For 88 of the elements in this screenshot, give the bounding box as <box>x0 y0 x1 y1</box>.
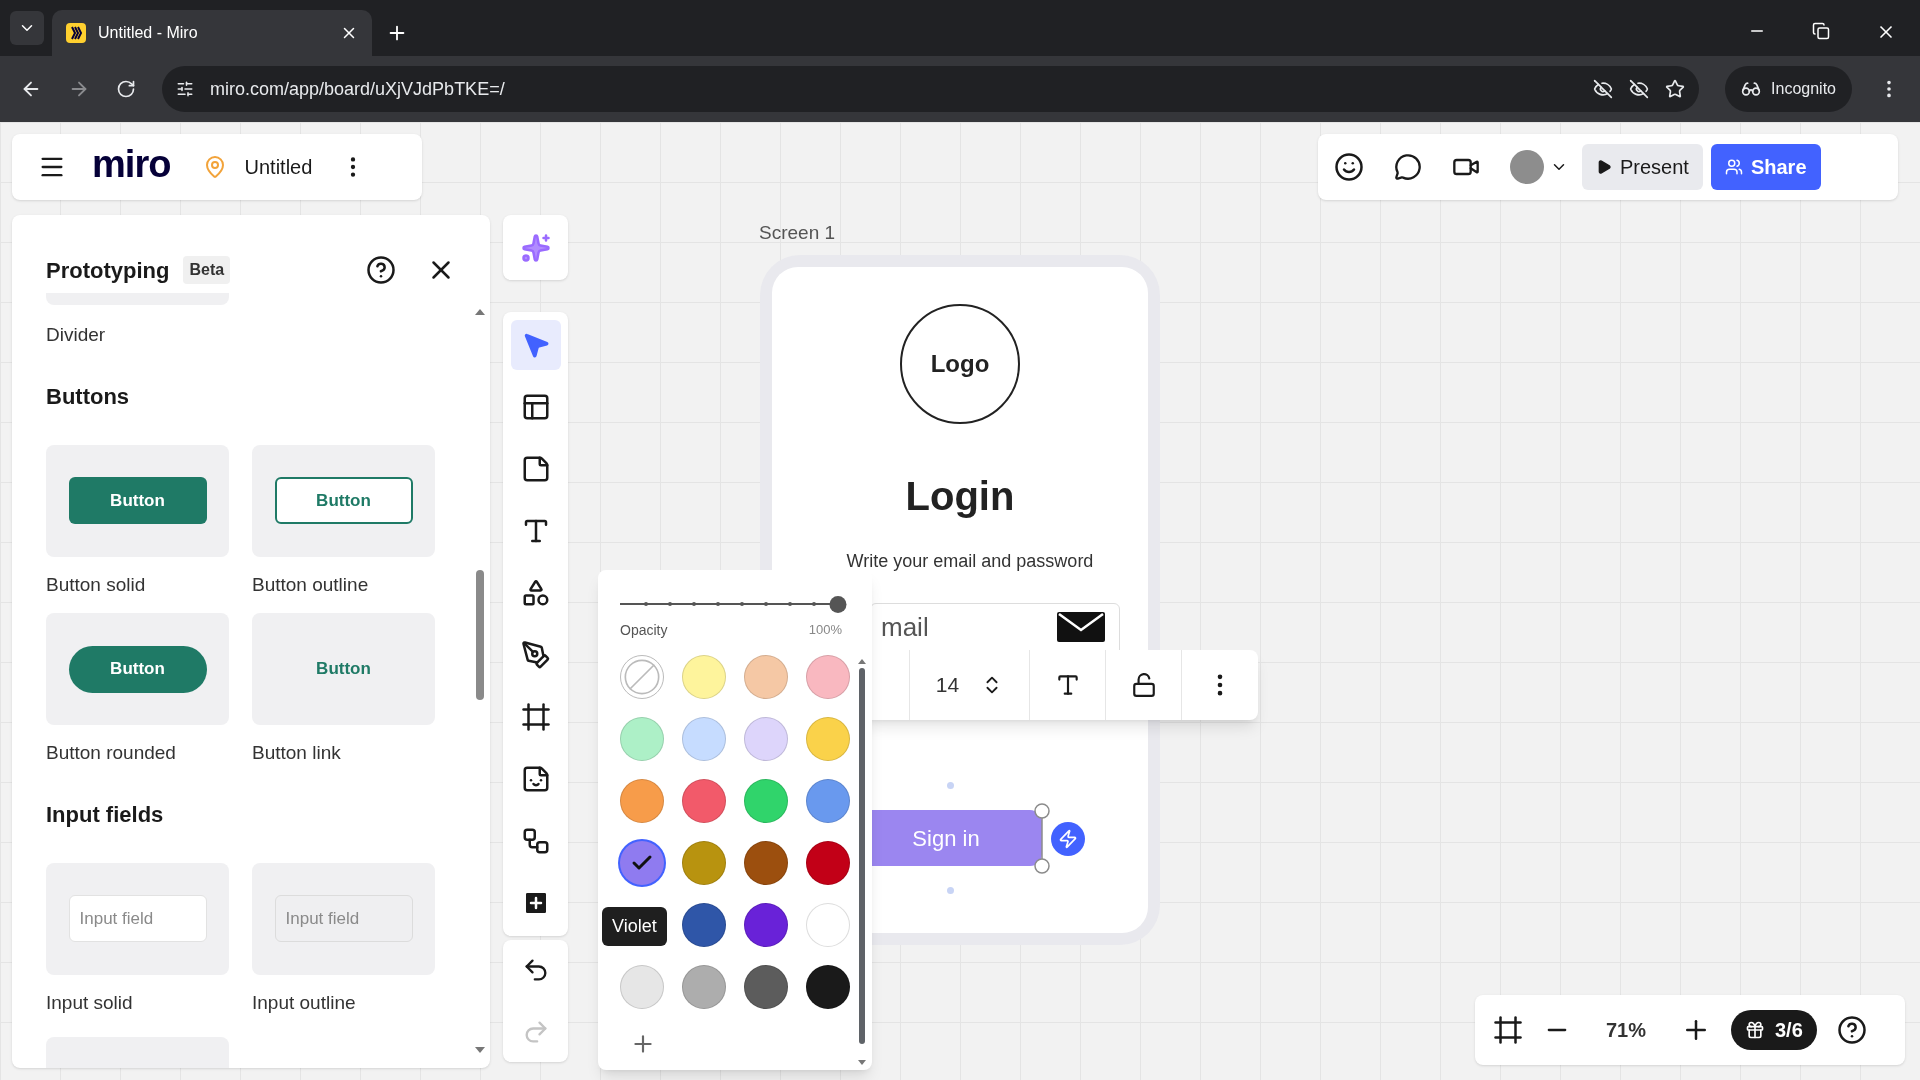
frame-label: Screen 1 <box>759 221 836 245</box>
color-swatch[interactable] <box>744 903 788 947</box>
sparkles-icon[interactable] <box>520 232 551 263</box>
component-card[interactable]: Input field <box>46 862 229 975</box>
input-field-preview: Input field <box>68 895 207 942</box>
component-card[interactable]: Button <box>46 444 229 557</box>
panel-title: Prototyping <box>46 256 170 285</box>
frame-icon <box>520 702 551 732</box>
miro-logo: miro <box>92 145 171 187</box>
board-title[interactable]: Untitled <box>244 152 313 182</box>
component-card[interactable]: Button <box>252 613 435 725</box>
component-label: Divider <box>46 323 107 347</box>
color-swatch[interactable] <box>682 717 726 761</box>
login-heading: Login <box>905 473 1015 520</box>
color-swatch[interactable] <box>682 779 726 823</box>
selection-handles-drawing[interactable] <box>1033 802 1051 875</box>
opacity-value: 100% <box>808 621 842 639</box>
color-swatch[interactable] <box>682 841 726 885</box>
color-swatch[interactable] <box>620 779 664 823</box>
component-label: Button rounded <box>46 741 177 765</box>
color-swatch[interactable] <box>744 717 788 761</box>
help-icon[interactable] <box>366 255 396 285</box>
favicon-icon <box>66 23 86 43</box>
component-card[interactable]: Button <box>46 613 229 725</box>
color-swatch[interactable] <box>744 965 788 1009</box>
tracking-blocked-icon[interactable] <box>1629 79 1650 99</box>
bookmark-icon[interactable] <box>1665 79 1686 99</box>
color-swatch[interactable] <box>620 717 664 761</box>
solid-button-preview: Button <box>68 477 207 524</box>
envelope-icon <box>1057 612 1105 642</box>
gift-icon <box>1745 1020 1765 1040</box>
present-button[interactable]: Present <box>1582 144 1703 190</box>
color-swatch[interactable] <box>682 965 726 1009</box>
link-button-preview: Button <box>316 658 371 681</box>
input-field-preview: Input field <box>274 895 413 942</box>
chat-icon[interactable] <box>1394 153 1422 181</box>
color-swatch[interactable] <box>620 841 664 885</box>
beta-badge: Beta <box>183 256 231 284</box>
gift-counter-button[interactable]: 3/6 <box>1731 1010 1817 1050</box>
tab-list-button[interactable] <box>10 11 44 45</box>
component-card[interactable]: Button <box>252 444 435 557</box>
outline-button-preview: Button <box>274 477 413 524</box>
color-swatch[interactable] <box>806 779 850 823</box>
section-heading: Buttons <box>46 382 131 411</box>
play-icon <box>1596 159 1612 175</box>
site-settings-icon <box>176 80 194 98</box>
user-avatar[interactable] <box>1510 150 1544 184</box>
color-swatch[interactable] <box>744 655 788 699</box>
component-label: Button outline <box>252 572 370 597</box>
color-swatch[interactable] <box>744 779 788 823</box>
lightning-icon <box>1058 829 1078 849</box>
component-label: Button link <box>252 741 342 765</box>
color-swatch[interactable] <box>806 717 850 761</box>
color-swatch[interactable] <box>806 841 850 885</box>
color-swatch[interactable] <box>806 655 850 699</box>
incognito-badge[interactable]: Incognito <box>1725 66 1852 112</box>
people-icon <box>1724 158 1743 176</box>
color-swatch[interactable] <box>620 965 664 1009</box>
restore-icon[interactable] <box>1812 22 1830 40</box>
slider-thumb[interactable] <box>829 595 847 613</box>
color-swatch[interactable] <box>682 655 726 699</box>
reload-icon[interactable] <box>116 79 136 99</box>
share-button[interactable]: Share <box>1710 144 1821 190</box>
color-swatch[interactable] <box>682 903 726 947</box>
url-text: miro.com/app/board/uXjVJdPbTKE=/ <box>210 77 506 101</box>
no-color-icon <box>622 657 662 697</box>
color-swatch[interactable] <box>806 965 850 1009</box>
color-swatch[interactable] <box>744 841 788 885</box>
reactions-icon[interactable] <box>1334 152 1364 182</box>
tooltip: Violet <box>602 907 667 946</box>
color-swatch[interactable] <box>806 903 850 947</box>
font-size-field[interactable]: 14 <box>935 669 960 701</box>
pen-icon <box>520 640 551 670</box>
component-label: Input outline <box>252 990 357 1015</box>
rounded-button-preview: Button <box>68 645 207 693</box>
fit-to-screen-icon[interactable] <box>1493 1015 1523 1045</box>
component-label: Button solid <box>46 572 147 597</box>
opacity-label: Opacity <box>620 621 668 640</box>
login-subtitle: Write your email and password <box>846 550 1094 573</box>
help-icon[interactable] <box>1836 1015 1867 1045</box>
incognito-icon <box>1741 79 1762 99</box>
browser-tab[interactable]: Untitled - Miro <box>52 10 372 56</box>
tab-title: Untitled - Miro <box>98 23 199 43</box>
zoom-level[interactable]: 71% <box>1591 1015 1661 1045</box>
section-heading: Input fields <box>46 800 165 829</box>
component-label: Input solid <box>46 990 134 1015</box>
address-bar[interactable]: miro.com/app/board/uXjVJdPbTKE=/ <box>162 66 1700 112</box>
unlock-icon[interactable] <box>1130 672 1157 698</box>
